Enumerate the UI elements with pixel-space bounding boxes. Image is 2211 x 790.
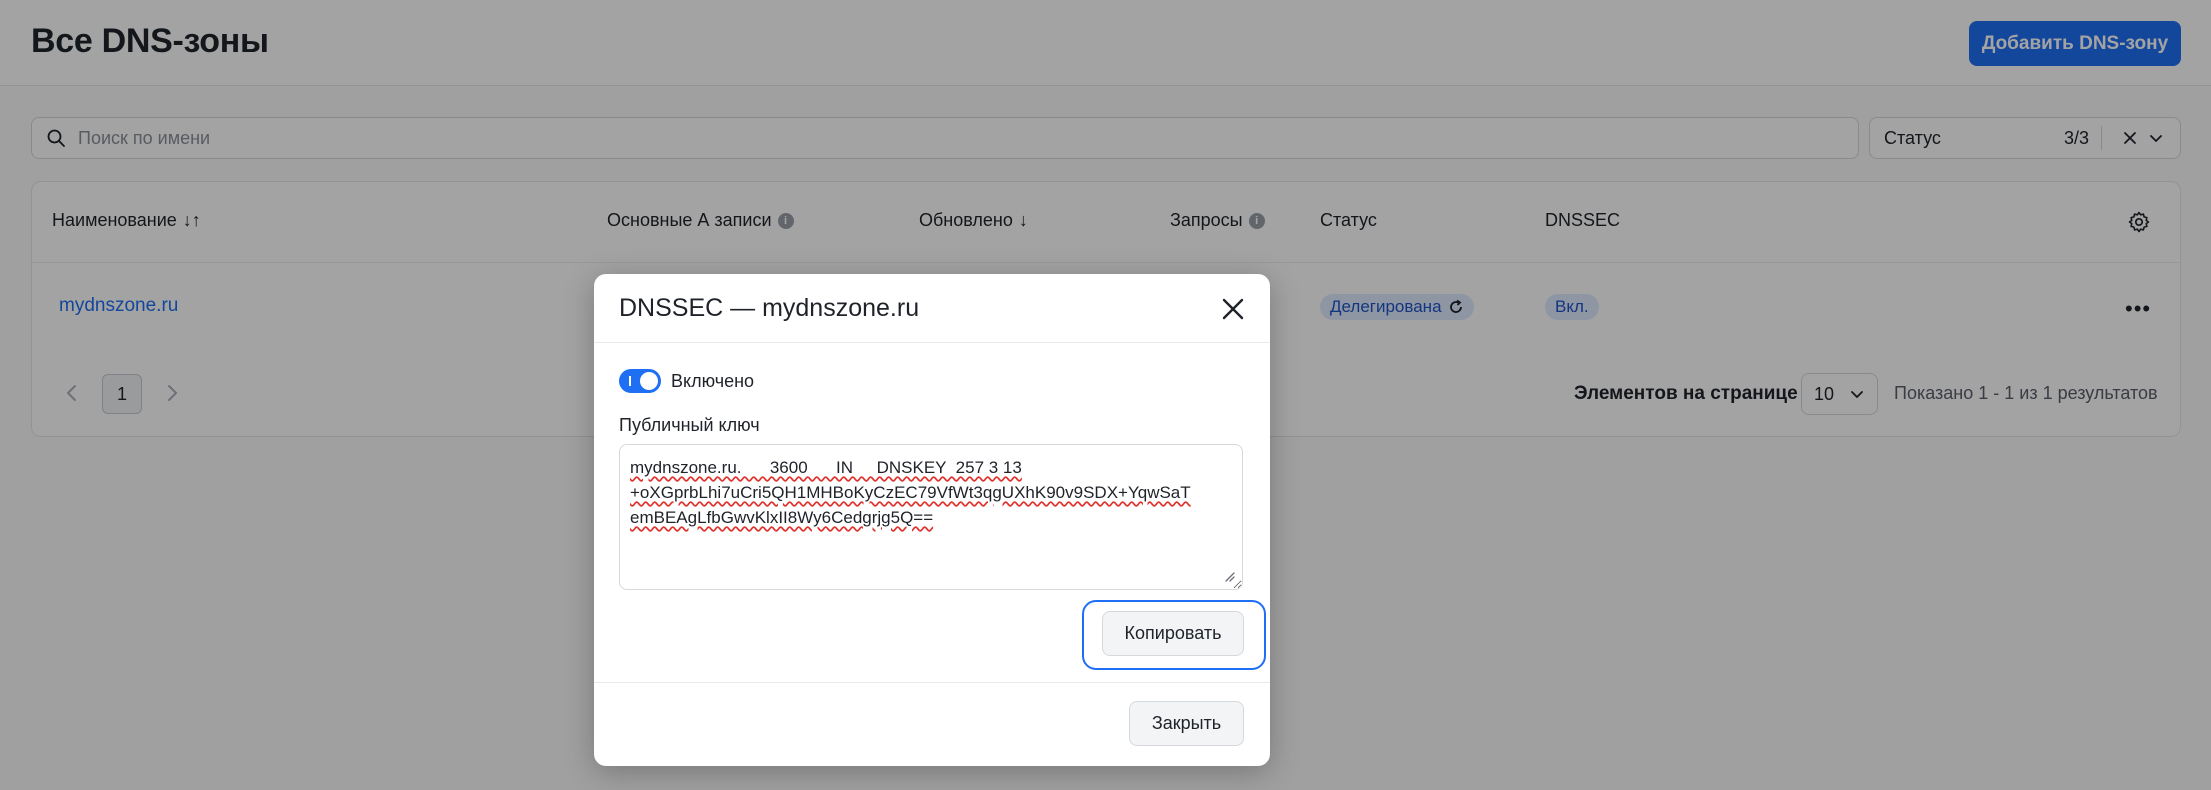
close-button[interactable]: Закрыть [1129, 701, 1244, 746]
public-key-line-text: mydnszone.ru. 3600 IN DNSKEY 257 3 13 [630, 458, 1022, 477]
dnssec-modal: DNSSEC — mydnszone.ru Включено Публичный… [594, 274, 1270, 766]
public-key-line: +oXGprbLhi7uCri5QH1MHBoKyCzEC79VfWt3qgUX… [630, 480, 1232, 505]
close-icon[interactable] [1218, 294, 1248, 324]
public-key-label: Публичный ключ [619, 415, 760, 435]
modal-title: DNSSEC — mydnszone.ru [619, 294, 920, 322]
public-key-line: emBEAgLfbGwvKlxII8Wy6Cedgrjg5Q== [630, 505, 1232, 530]
toggle-knob [640, 372, 658, 390]
public-key-textarea[interactable]: mydnszone.ru. 3600 IN DNSKEY 257 3 13 +o… [619, 444, 1243, 590]
modal-footer-divider [594, 682, 1270, 683]
public-key-line-text: +oXGprbLhi7uCri5QH1MHBoKyCzEC79VfWt3qgUX… [630, 483, 1191, 502]
toggle-label: Включено [671, 371, 755, 391]
copy-button[interactable]: Копировать [1102, 611, 1244, 656]
modal-header-divider [594, 342, 1270, 343]
public-key-line-text: emBEAgLfbGwvKlxII8Wy6Cedgrjg5Q== [630, 508, 934, 527]
dnssec-toggle[interactable] [619, 369, 661, 393]
toggle-on-mark [629, 376, 631, 386]
public-key-line: mydnszone.ru. 3600 IN DNSKEY 257 3 13 [630, 455, 1232, 480]
resize-grip-icon[interactable] [1222, 569, 1236, 583]
